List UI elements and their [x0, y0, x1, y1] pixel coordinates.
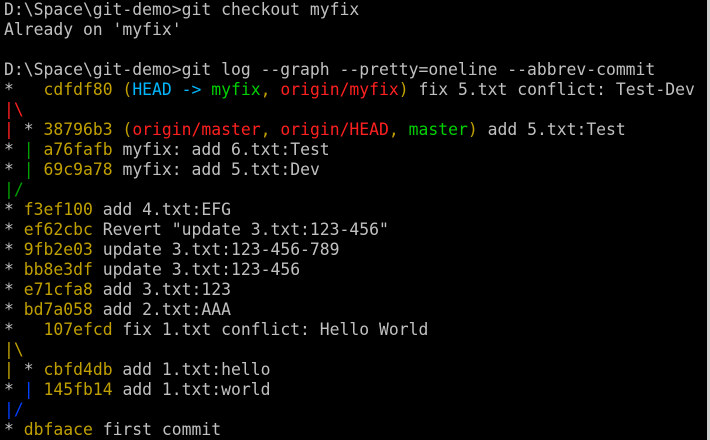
terminal-segment: HEAD -> [132, 80, 212, 99]
terminal-segment: dbfaace [23, 420, 93, 439]
terminal-output: D:\Space\git-demo>git checkout myfix Alre… [4, 0, 706, 440]
terminal-line: * | 69c9a78 myfix: add 5.txt:Dev [4, 160, 706, 180]
terminal-segment: * [13, 120, 44, 139]
terminal-segment: * [4, 140, 24, 159]
terminal-segment: first commit [92, 420, 222, 439]
terminal-segment: Revert "update 3.txt:123-456" [92, 220, 389, 239]
terminal-segment: add 5.txt:Test [477, 120, 626, 139]
terminal-segment: fix 5.txt conflict: Test-Dev [408, 80, 695, 99]
terminal-segment: 9fb2e03 [23, 240, 93, 259]
terminal-segment: add 1.txt:world [112, 380, 271, 399]
terminal-segment: Already on 'myfix' [4, 20, 182, 39]
terminal-segment: origin/myfix [280, 80, 399, 99]
terminal-line: D:\Space\git-demo>git checkout myfix [4, 0, 706, 20]
terminal-segment: 145fb14 [43, 380, 113, 399]
terminal-segment: bb8e3df [23, 260, 93, 279]
terminal-segment: e71cfa8 [23, 280, 93, 299]
terminal-segment: add 1.txt:hello [112, 360, 271, 379]
terminal-segment: ) [467, 120, 478, 139]
terminal-segment: fix 1.txt conflict: Hello World [112, 320, 429, 339]
terminal-segment: | [23, 380, 44, 399]
terminal-segment: * [4, 380, 24, 399]
terminal-segment: 69c9a78 [43, 160, 113, 179]
terminal-line: |\ [4, 100, 706, 120]
terminal-segment: 38796b3 [43, 120, 113, 139]
terminal-segment: | [4, 120, 14, 139]
terminal-segment: ( [112, 120, 133, 139]
terminal-segment: * [4, 220, 24, 239]
terminal-line: D:\Space\git-demo>git log --graph --pret… [4, 60, 706, 80]
terminal-segment: |\ [4, 100, 24, 119]
terminal-line: * bd7a058 add 2.txt:AAA [4, 300, 706, 320]
terminal-line: * dbfaace first commit [4, 420, 706, 440]
terminal-segment: add 4.txt:EFG [92, 200, 231, 219]
terminal-window[interactable]: D:\Space\git-demo>git checkout myfix Alre… [0, 0, 710, 440]
terminal-segment: |/ [4, 400, 24, 419]
terminal-segment: * [4, 260, 24, 279]
terminal-line: * | a76fafb myfix: add 6.txt:Test [4, 140, 706, 160]
terminal-segment: D:\Space\git-demo>git log --graph --pret… [4, 60, 656, 79]
terminal-segment: * [4, 320, 44, 339]
terminal-segment: bd7a058 [23, 300, 93, 319]
terminal-segment: myfix: add 5.txt:Dev [112, 160, 320, 179]
terminal-segment: | [23, 140, 44, 159]
terminal-line: * e71cfa8 add 3.txt:123 [4, 280, 706, 300]
terminal-segment: add 3.txt:123 [92, 280, 231, 299]
terminal-segment: |\ [4, 340, 24, 359]
terminal-line: |\ [4, 340, 706, 360]
terminal-segment: * [4, 280, 24, 299]
terminal-segment: a76fafb [43, 140, 113, 159]
terminal-line: |/ [4, 180, 706, 200]
terminal-segment: * [13, 360, 44, 379]
terminal-segment: , [388, 120, 409, 139]
terminal-segment: * [4, 80, 44, 99]
terminal-segment: cbfd4db [43, 360, 113, 379]
terminal-segment: myfix: add 6.txt:Test [112, 140, 330, 159]
terminal-segment: * [4, 200, 24, 219]
terminal-line: * f3ef100 add 4.txt:EFG [4, 200, 706, 220]
terminal-segment: |/ [4, 180, 24, 199]
terminal-line: * 107efcd fix 1.txt conflict: Hello Worl… [4, 320, 706, 340]
terminal-segment: * [4, 420, 24, 439]
terminal-segment: cdfdf80 [43, 80, 113, 99]
terminal-segment: f3ef100 [23, 200, 93, 219]
terminal-line: * ef62cbc Revert "update 3.txt:123-456" [4, 220, 706, 240]
terminal-segment: myfix [211, 80, 261, 99]
terminal-segment: update 3.txt:123-456-789 [92, 240, 340, 259]
terminal-segment: , [260, 80, 281, 99]
terminal-segment: ( [112, 80, 133, 99]
terminal-segment: ef62cbc [23, 220, 93, 239]
terminal-line: |/ [4, 400, 706, 420]
terminal-segment: add 2.txt:AAA [92, 300, 231, 319]
terminal-line: | * 38796b3 (origin/master, origin/HEAD,… [4, 120, 706, 140]
terminal-line: * bb8e3df update 3.txt:123-456 [4, 260, 706, 280]
terminal-segment: , [260, 120, 281, 139]
terminal-line: | * cbfd4db add 1.txt:hello [4, 360, 706, 380]
terminal-segment: master [408, 120, 468, 139]
terminal-segment: 107efcd [43, 320, 113, 339]
terminal-segment: origin/master [132, 120, 261, 139]
terminal-line: * cdfdf80 (HEAD -> myfix, origin/myfix) … [4, 80, 706, 100]
terminal-segment: update 3.txt:123-456 [92, 260, 301, 279]
terminal-segment: * [4, 240, 24, 259]
terminal-line: Already on 'myfix' [4, 20, 706, 40]
terminal-line: * | 145fb14 add 1.txt:world [4, 380, 706, 400]
terminal-segment: | [23, 160, 44, 179]
terminal-segment: * [4, 300, 24, 319]
terminal-segment: ) [398, 80, 409, 99]
terminal-segment: origin/HEAD [280, 120, 389, 139]
terminal-segment: * [4, 160, 24, 179]
terminal-segment: D:\Space\git-demo>git checkout myfix [4, 0, 360, 19]
terminal-line: * 9fb2e03 update 3.txt:123-456-789 [4, 240, 706, 260]
terminal-segment: | [4, 360, 14, 379]
